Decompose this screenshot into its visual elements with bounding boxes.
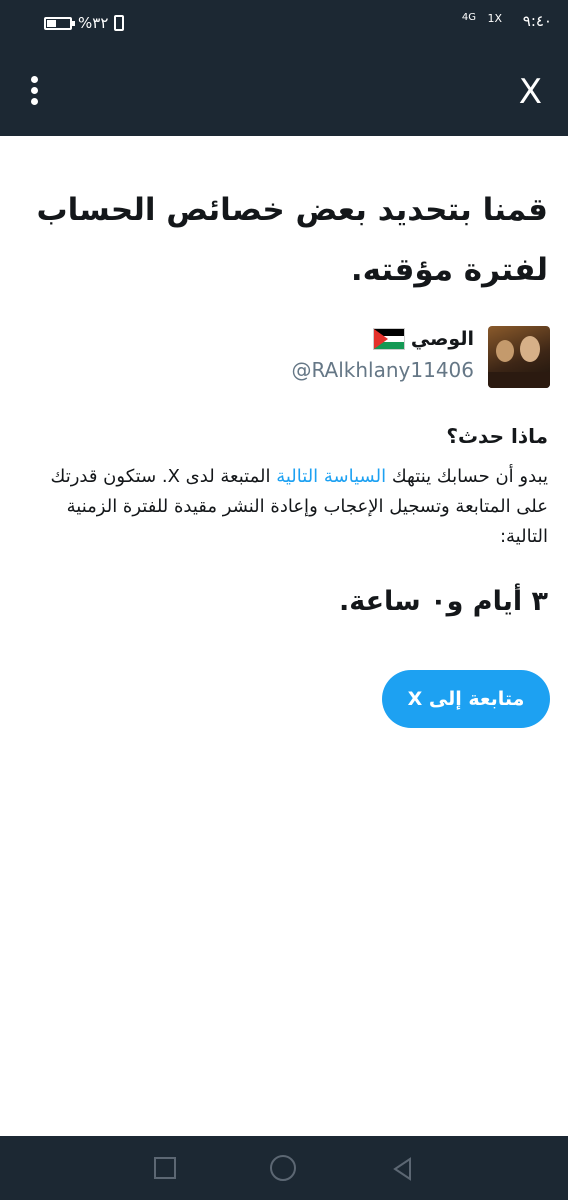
status-bar: %٣٢ 4G 1X ٩:٤٠ [0, 0, 568, 48]
system-nav-bar [0, 1136, 568, 1200]
restriction-duration: ٣ أيام و٠ ساعة. [338, 586, 548, 617]
account-handle: @RAlkhlany11406 [291, 358, 474, 382]
close-button[interactable]: X [519, 72, 542, 112]
battery-percent: %٣٢ [78, 14, 109, 32]
home-icon[interactable] [270, 1155, 296, 1181]
palestine-flag-icon [372, 328, 405, 350]
battery-status: %٣٢ [44, 14, 125, 32]
account-name: الوصي [372, 328, 474, 350]
clock: ٩:٤٠ [522, 12, 552, 30]
body-prefix: يبدو أن حسابك ينتهك [386, 466, 548, 487]
network-type-4g: 4G [461, 12, 476, 23]
back-icon[interactable] [390, 1156, 416, 1182]
section-title: ماذا حدث؟ [446, 424, 548, 448]
app-bar: X [0, 48, 568, 136]
network-type-1x: 1X [487, 12, 502, 25]
continue-to-x-button[interactable]: متابعة إلى X [382, 670, 550, 728]
notice-body: يبدو أن حسابك ينتهك السياسة التالية المت… [18, 462, 548, 552]
vibrate-icon [114, 15, 125, 31]
page-title: قمنا بتحديد بعض خصائص الحساب لفترة مؤقته… [36, 192, 548, 288]
battery-icon [44, 16, 75, 30]
recents-icon[interactable] [154, 1157, 176, 1179]
more-vertical-icon[interactable] [26, 76, 42, 108]
policy-link[interactable]: السياسة التالية [276, 466, 386, 487]
avatar [488, 326, 550, 388]
account-name-text: الوصي [410, 328, 474, 350]
account-card: الوصي @RAlkhlany11406 [30, 326, 550, 388]
